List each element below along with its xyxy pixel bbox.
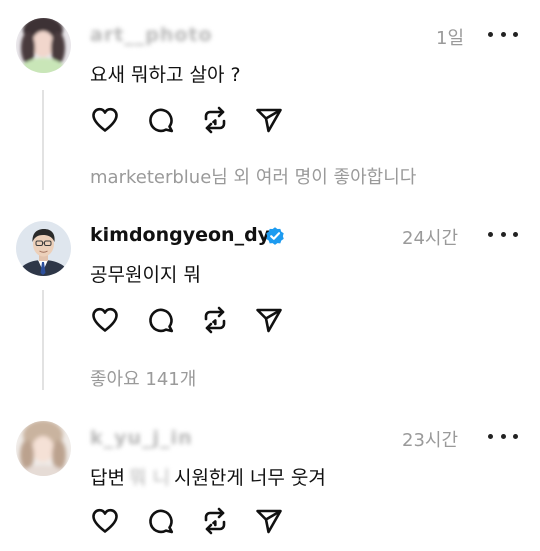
heart-icon[interactable] bbox=[90, 305, 120, 335]
timestamp: 24시간 bbox=[402, 228, 459, 249]
username[interactable]: art__photo bbox=[90, 24, 213, 46]
share-icon[interactable] bbox=[254, 105, 284, 135]
likes-count[interactable]: 좋아요 141개 bbox=[90, 365, 196, 391]
repost-icon[interactable] bbox=[200, 305, 230, 335]
share-icon[interactable] bbox=[254, 506, 284, 536]
blurred-word: 뭐 니 bbox=[128, 467, 170, 489]
comment-icon[interactable] bbox=[146, 105, 176, 135]
comment-text: 답변 뭐 니 시원한게 너무 웃겨 bbox=[90, 463, 326, 490]
more-icon[interactable] bbox=[488, 24, 518, 44]
timestamp: 23시간 bbox=[402, 430, 459, 451]
share-icon[interactable] bbox=[254, 305, 284, 335]
avatar[interactable] bbox=[16, 421, 71, 476]
comment-text-start: 답변 bbox=[90, 467, 125, 489]
timestamp: 1일 bbox=[436, 28, 465, 49]
repost-icon[interactable] bbox=[200, 105, 230, 135]
comment-1: art__photo 1일 요새 뭐하고 살아 ? marketerblue님 … bbox=[0, 0, 540, 200]
username[interactable]: k_yu_j_in bbox=[90, 427, 193, 449]
more-icon[interactable] bbox=[488, 426, 518, 446]
comment-2: kimdongyeon_dy 24시간 공무원이지 뭐 좋아요 141개 bbox=[0, 200, 540, 400]
thread-line bbox=[42, 290, 44, 390]
avatar[interactable] bbox=[16, 18, 71, 73]
avatar[interactable] bbox=[16, 221, 71, 276]
comment-text: 요새 뭐하고 살아 ? bbox=[90, 64, 241, 86]
heart-icon[interactable] bbox=[90, 506, 120, 536]
comment-text-end: 시원한게 너무 웃겨 bbox=[173, 467, 326, 489]
verified-badge-icon bbox=[266, 227, 284, 245]
repost-icon[interactable] bbox=[200, 506, 230, 536]
likes-summary[interactable]: marketerblue님 외 여러 명이 좋아합니다 bbox=[90, 163, 416, 189]
heart-icon[interactable] bbox=[90, 105, 120, 135]
comment-3: k_yu_j_in 23시간 답변 뭐 니 시원한게 너무 웃겨 bbox=[0, 405, 540, 551]
thread-line bbox=[42, 90, 44, 190]
comment-text: 공무원이지 뭐 bbox=[90, 264, 201, 286]
comment-icon[interactable] bbox=[146, 506, 176, 536]
username[interactable]: kimdongyeon_dy bbox=[90, 224, 270, 246]
comment-icon[interactable] bbox=[146, 305, 176, 335]
more-icon[interactable] bbox=[488, 224, 518, 244]
action-bar bbox=[90, 105, 290, 135]
action-bar bbox=[90, 305, 290, 335]
action-bar bbox=[90, 506, 290, 536]
